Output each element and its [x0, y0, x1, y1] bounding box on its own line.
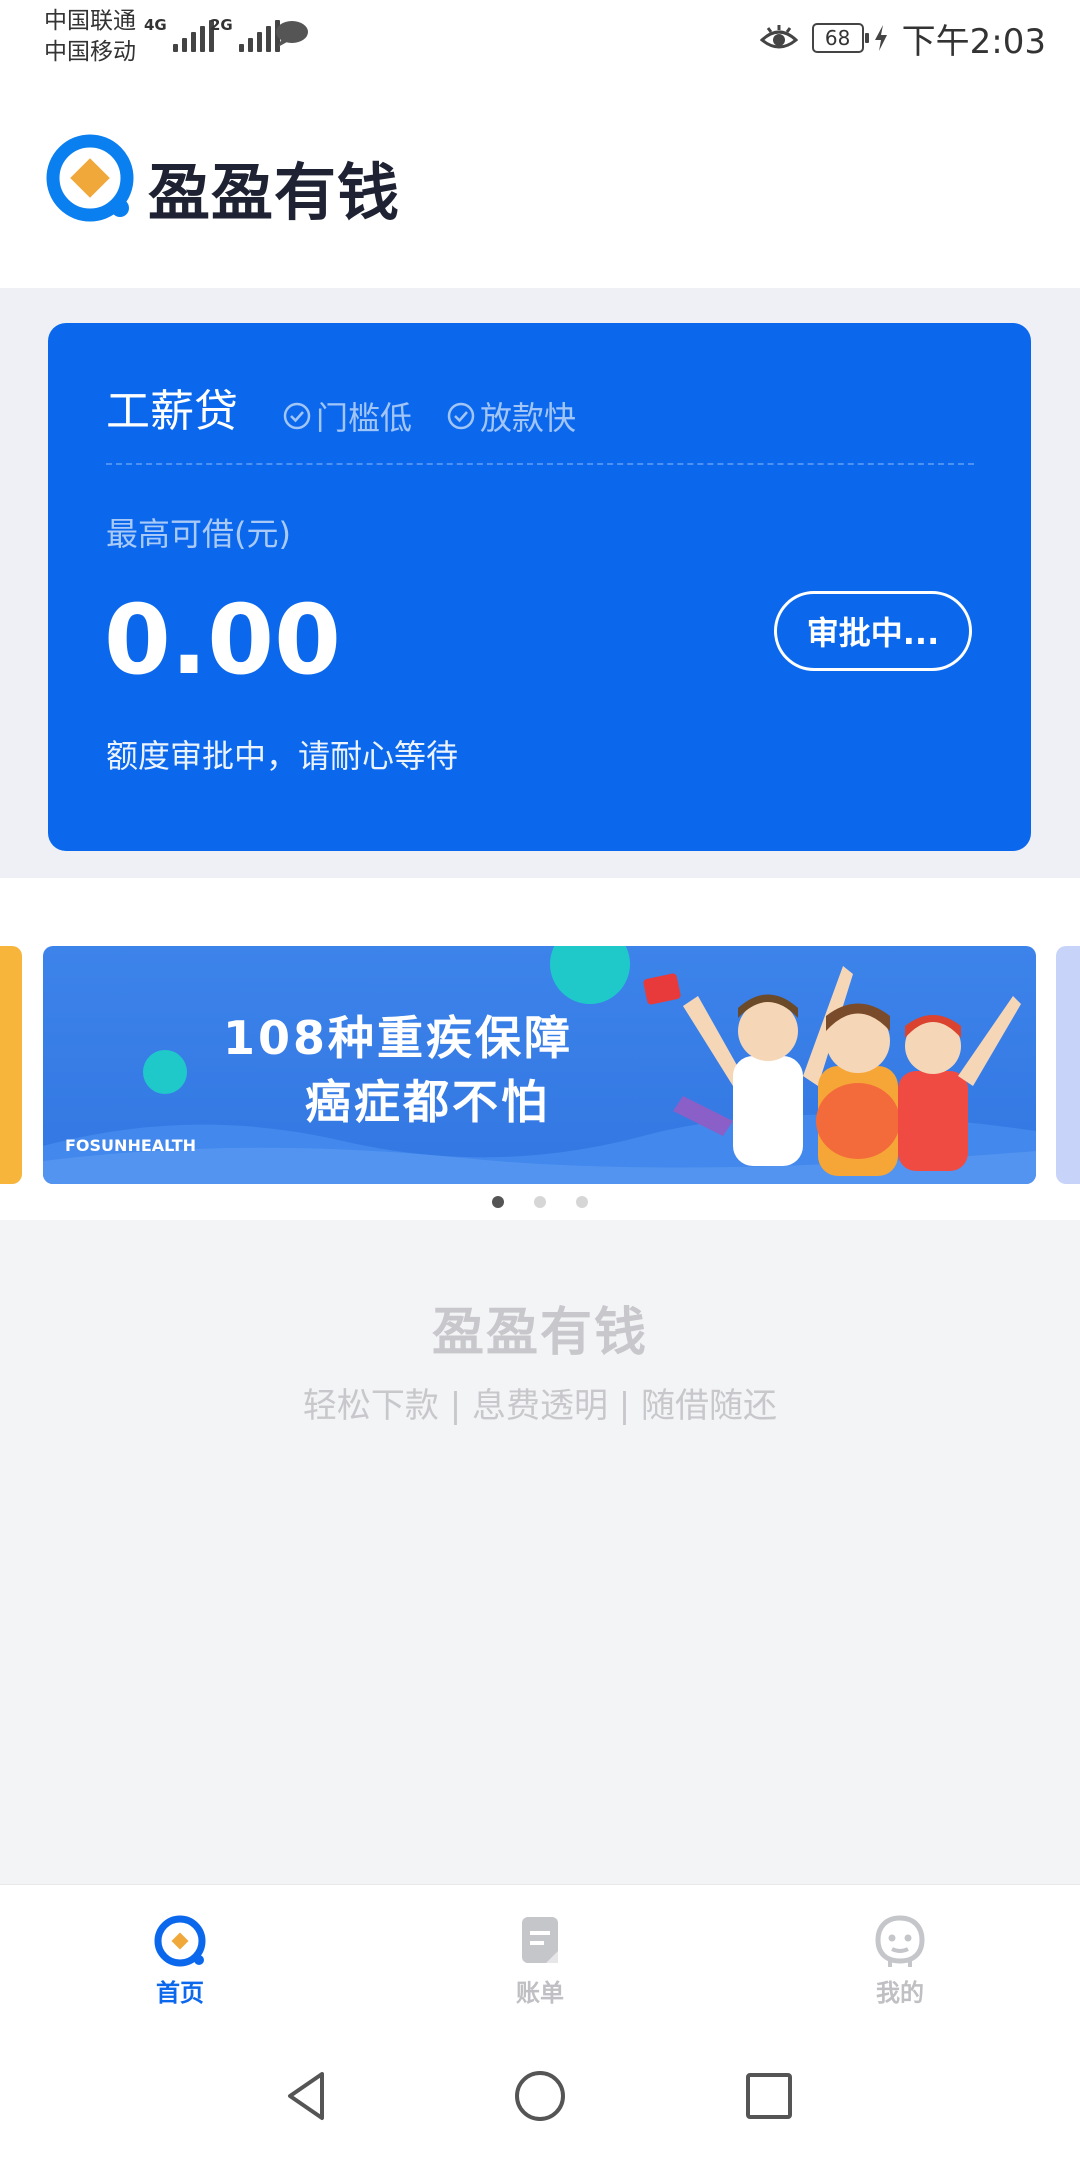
home-circle-icon[interactable] — [510, 2066, 570, 2126]
check-circle-icon — [283, 402, 311, 430]
approval-hint: 额度审批中，请耐心等待 — [106, 737, 459, 775]
banner-headline: 108种重疾保障 — [223, 1011, 574, 1065]
app-header: 盈盈有钱 — [0, 82, 1080, 288]
home-icon — [154, 1915, 206, 1967]
app-name: 盈盈有钱 — [148, 156, 401, 229]
tab-profile-label: 我的 — [876, 1979, 924, 2007]
carousel-dot[interactable] — [534, 1196, 546, 1208]
limit-value: 0.00 — [104, 584, 341, 696]
message-icon — [276, 21, 308, 47]
carrier-info: 中国联通 中国移动 — [44, 6, 136, 68]
feature-tag: 门槛低 — [282, 393, 412, 439]
sponsor-logo: FOSUNHEALTH — [65, 1136, 196, 1155]
feature-tag-label: 放款快 — [480, 399, 577, 437]
carousel-indicator — [0, 1196, 1080, 1208]
feature-tags: 门槛低 放款快 — [282, 393, 576, 439]
clock: 下午2:03 — [901, 21, 1046, 62]
tab-home-label: 首页 — [156, 1979, 204, 2007]
approval-status-button[interactable]: 审批中... — [774, 591, 972, 671]
card-section: 工薪贷 门槛低 放款快 最高可借(元) 0.00 审批中... 额度审批中，请耐… — [0, 288, 1080, 878]
banner-subheadline: 癌症都不怕 — [305, 1075, 550, 1129]
carrier-2: 中国移动 — [44, 39, 136, 65]
feature-tag-label: 门槛低 — [316, 399, 413, 437]
tab-bill-label: 账单 — [516, 1979, 564, 2007]
product-title: 工薪贷 — [106, 386, 238, 437]
carousel-dot[interactable] — [492, 1196, 504, 1208]
tab-profile[interactable]: 我的 — [830, 1913, 970, 2008]
promo-banner[interactable]: 108种重疾保障 癌症都不怕 FOSUNHEALTH — [43, 946, 1036, 1184]
app-logo-icon — [46, 134, 134, 222]
network-type-1: 4G — [144, 16, 167, 34]
check-circle-icon — [447, 402, 475, 430]
tab-home[interactable]: 首页 — [110, 1913, 250, 2008]
profile-icon — [875, 1915, 925, 1967]
network-type-2: 2G — [210, 16, 233, 34]
next-slide-peek[interactable] — [1056, 946, 1080, 1184]
signal-icon-2: 2G — [210, 16, 280, 52]
status-bar: 中国联通 中国移动 4G 2G 68 下午2:03 — [0, 0, 1080, 82]
eye-comfort-icon — [759, 25, 798, 49]
tab-bill[interactable]: 账单 — [470, 1913, 610, 2008]
feature-tag: 放款快 — [446, 393, 576, 439]
charging-icon — [874, 25, 887, 51]
signal-icon-1: 4G — [144, 16, 214, 52]
prev-slide-peek[interactable] — [0, 946, 22, 1184]
loan-card[interactable]: 工薪贷 门槛低 放款快 最高可借(元) 0.00 审批中... 额度审批中，请耐… — [48, 323, 1031, 851]
carousel-dot[interactable] — [576, 1196, 588, 1208]
footer-brand: 盈盈有钱 — [431, 1303, 648, 1363]
bill-icon — [522, 1917, 558, 1963]
system-nav-bar — [0, 2026, 1080, 2160]
back-icon[interactable] — [278, 2066, 338, 2126]
battery-icon: 68 — [811, 23, 869, 53]
banner-carousel[interactable]: 108种重疾保障 癌症都不怕 FOSUNHEALTH — [0, 878, 1080, 1220]
footer-tagline: 轻松下款 | 息费透明 | 随借随还 — [302, 1386, 778, 1426]
carrier-1: 中国联通 — [44, 8, 136, 34]
recents-icon[interactable] — [739, 2066, 799, 2126]
limit-label: 最高可借(元) — [106, 515, 291, 553]
divider — [106, 463, 974, 465]
bottom-tab-bar: 首页 账单 我的 — [0, 1884, 1080, 2026]
